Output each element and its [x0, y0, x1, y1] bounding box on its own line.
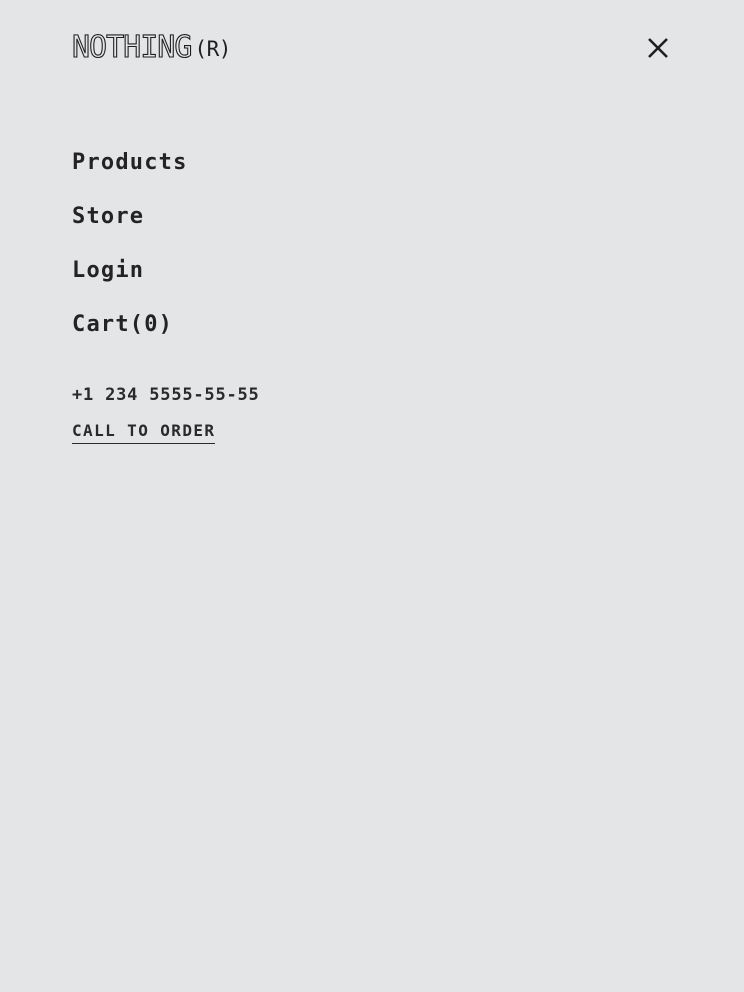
phone-number[interactable]: +1 234 5555-55-55	[72, 380, 260, 410]
menu-item-cart[interactable]: Cart(0)	[72, 306, 188, 360]
menu-list: Products Store Login Cart(0)	[72, 144, 188, 360]
logo-registered-mark: (R)	[194, 37, 231, 61]
menu-item-store[interactable]: Store	[72, 198, 188, 252]
menu-item-login[interactable]: Login	[72, 252, 188, 306]
contact-block: +1 234 5555-55-55 CALL TO ORDER	[72, 380, 260, 444]
menu-item-products[interactable]: Products	[72, 144, 188, 198]
close-menu-button[interactable]	[644, 34, 672, 62]
logo-wordmark: NOTHING	[71, 29, 193, 65]
logo[interactable]: NOTHING (R)	[71, 29, 231, 66]
close-icon	[648, 38, 668, 58]
call-to-order-link[interactable]: CALL TO ORDER	[72, 420, 216, 444]
site-header: NOTHING (R)	[71, 29, 672, 66]
